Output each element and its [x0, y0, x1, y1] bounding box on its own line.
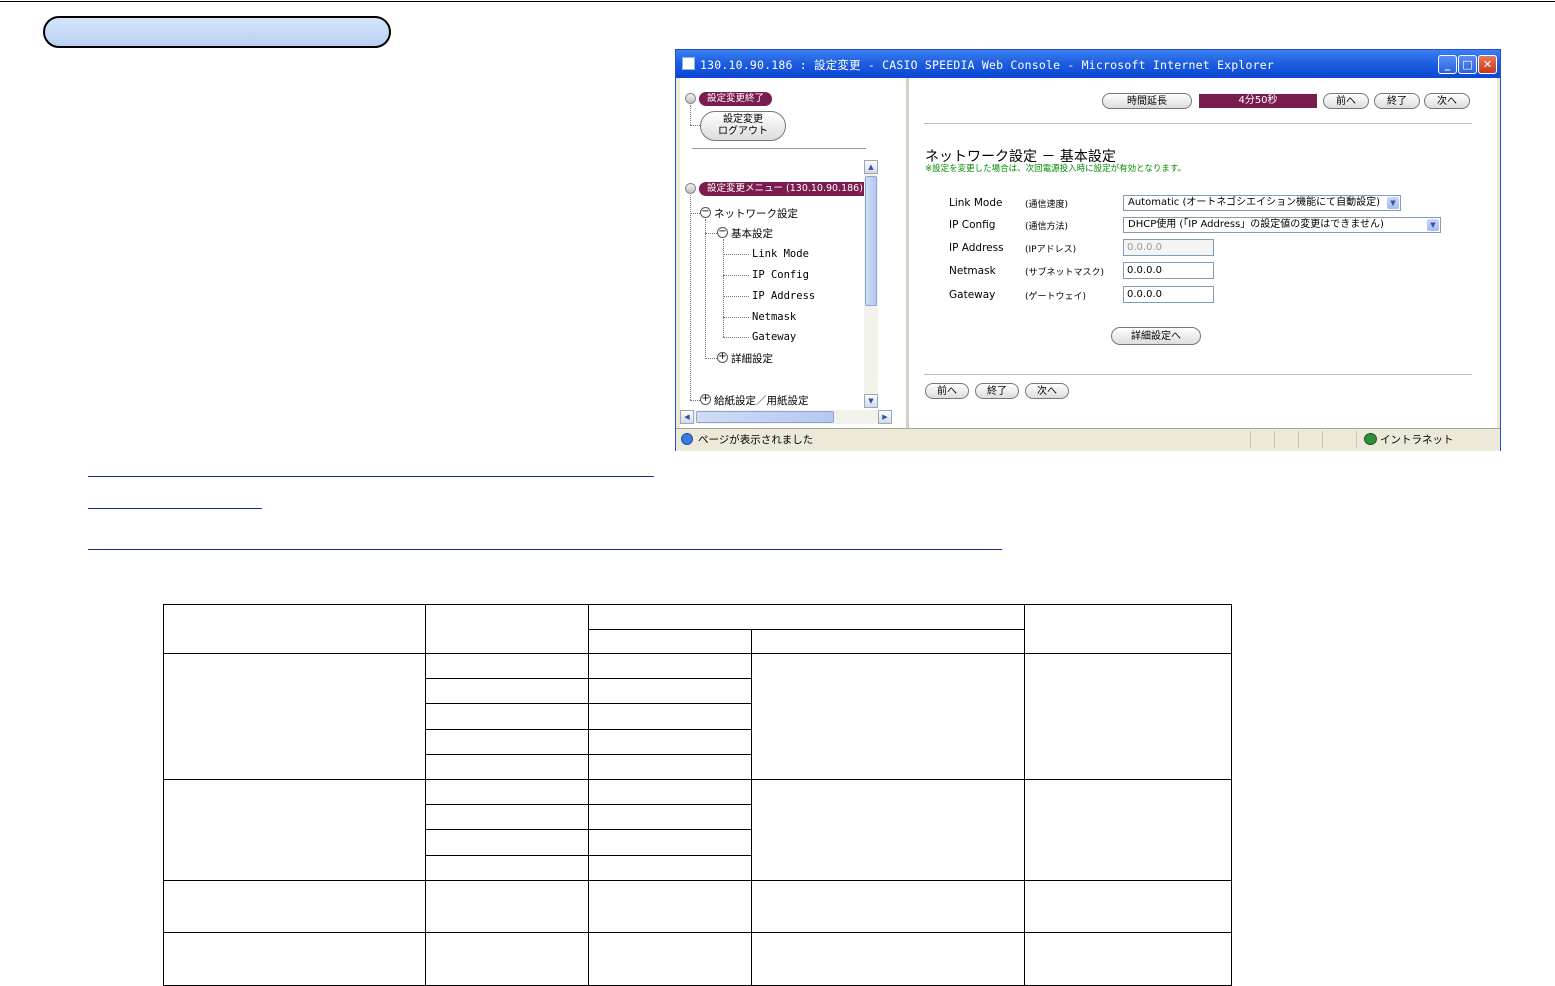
- basic-collapse-icon[interactable]: −: [717, 227, 728, 238]
- gateway-sublabel: (ゲートウェイ): [1025, 292, 1087, 302]
- paper-expand-icon[interactable]: +: [700, 394, 711, 405]
- detail-expand-icon[interactable]: +: [717, 352, 728, 363]
- gateway-input[interactable]: 0.0.0.0: [1123, 286, 1214, 303]
- extend-time-button[interactable]: 時間延長: [1102, 93, 1192, 109]
- end-settings-bullet-icon: [685, 93, 696, 104]
- scroll-down-icon[interactable]: ▼: [864, 394, 878, 408]
- settings-note: ※設定を変更した場合は、次回電源投入時に設定が有効となります。: [925, 164, 1187, 174]
- table-row-line: [425, 855, 752, 856]
- link-mode-sublabel: (通信速度): [1025, 200, 1069, 210]
- window-title: 130.10.90.186 : 設定変更 - CASIO SPEEDIA Web…: [700, 58, 1274, 72]
- ip-address-sublabel: (IPアドレス): [1025, 245, 1077, 255]
- tree-item-gateway[interactable]: Gateway: [752, 331, 796, 343]
- logout-button-line1: 設定変更: [723, 114, 763, 125]
- title-bar[interactable]: 130.10.90.186 : 設定変更 - CASIO SPEEDIA Web…: [676, 50, 1500, 78]
- bottom-separator: [924, 374, 1472, 375]
- underline-1: [88, 476, 654, 477]
- horizontal-scroll-thumb[interactable]: [696, 411, 834, 423]
- chevron-down-icon: ▼: [1387, 197, 1399, 209]
- link-mode-value: Automatic (オートネゴシエイション機能にて自動設定): [1128, 197, 1381, 208]
- table-col-line: [1024, 604, 1025, 985]
- end-button-bottom[interactable]: 終了: [975, 383, 1019, 399]
- section-title-pill: [43, 16, 391, 48]
- top-separator: [924, 123, 1472, 124]
- tree-item-ip-address[interactable]: IP Address: [752, 290, 815, 302]
- settings-table: [163, 604, 1232, 986]
- ip-config-label: IP Config: [949, 219, 996, 231]
- table-row-line: [425, 804, 752, 805]
- settings-menu-label: 設定変更メニュー (130.10.90.186): [699, 182, 871, 196]
- netmask-input[interactable]: 0.0.0.0: [1123, 262, 1214, 279]
- prev-button-bottom[interactable]: 前へ: [925, 383, 969, 399]
- maximize-button[interactable]: □: [1458, 55, 1477, 74]
- settings-content-pane: 時間延長 4分50秒 前へ 終了 次へ ネットワーク設定 － 基本設定 ※設定を…: [909, 78, 1497, 428]
- vertical-scroll-thumb[interactable]: [865, 176, 877, 306]
- left-vertical-scrollbar[interactable]: ▲ ▼: [864, 160, 878, 408]
- ip-config-select[interactable]: DHCP使用 (「IP Address」の設定値の変更はできません) ▼: [1123, 217, 1441, 233]
- ie-page-icon: [682, 57, 695, 70]
- top-rule: [0, 1, 1555, 2]
- menu-bullet-icon: [685, 183, 696, 194]
- table-row-line: [163, 779, 1231, 780]
- scroll-up-icon[interactable]: ▲: [864, 160, 878, 174]
- nav-separator: [692, 148, 866, 149]
- ie-window: 130.10.90.186 : 設定変更 - CASIO SPEEDIA Web…: [675, 49, 1501, 451]
- next-button-bottom[interactable]: 次へ: [1025, 383, 1069, 399]
- tree-basic-settings[interactable]: 基本設定: [731, 226, 773, 241]
- zone-text: イントラネット: [1380, 434, 1454, 446]
- table-row-line: [425, 829, 752, 830]
- table-col-line: [425, 604, 426, 985]
- netmask-sublabel: (サブネットマスク): [1025, 268, 1105, 278]
- status-bar: ページが表示されました イントラネット: [676, 428, 1500, 451]
- network-collapse-icon[interactable]: −: [700, 207, 711, 218]
- end-button-top[interactable]: 終了: [1374, 93, 1420, 109]
- tree-network-settings[interactable]: ネットワーク設定: [714, 206, 798, 221]
- session-timer: 4分50秒: [1199, 94, 1317, 108]
- ip-address-input[interactable]: 0.0.0.0: [1123, 239, 1214, 256]
- underline-2: [88, 508, 262, 509]
- ie-logo-icon: [681, 433, 693, 445]
- table-row-line: [163, 880, 1231, 881]
- gateway-label: Gateway: [949, 289, 996, 301]
- logout-button-line2: ログアウト: [718, 126, 768, 137]
- next-button-top[interactable]: 次へ: [1424, 93, 1470, 109]
- table-row-line: [425, 703, 752, 704]
- scroll-left-icon[interactable]: ◀: [680, 410, 694, 424]
- table-col-line: [588, 604, 589, 985]
- table-row-line: [163, 653, 1231, 654]
- detail-settings-button[interactable]: 詳細設定へ: [1111, 327, 1201, 345]
- tree-item-netmask[interactable]: Netmask: [752, 311, 796, 323]
- netmask-label: Netmask: [949, 265, 996, 277]
- ip-address-label: IP Address: [949, 242, 1004, 254]
- table-row-line: [425, 754, 752, 755]
- close-button[interactable]: ✕: [1478, 55, 1497, 74]
- chevron-down-icon: ▼: [1427, 219, 1439, 231]
- tree-paper-settings[interactable]: 給紙設定／用紙設定: [714, 393, 809, 408]
- logout-button[interactable]: 設定変更 ログアウト: [700, 111, 786, 141]
- table-row-line: [588, 629, 1025, 630]
- intranet-globe-icon: [1364, 433, 1377, 445]
- link-mode-select[interactable]: Automatic (オートネゴシエイション機能にて自動設定) ▼: [1123, 195, 1401, 211]
- ip-config-value: DHCP使用 (「IP Address」の設定値の変更はできません): [1128, 219, 1384, 230]
- table-row-line: [425, 729, 752, 730]
- link-mode-label: Link Mode: [949, 197, 1003, 209]
- ip-config-sublabel: (通信方法): [1025, 222, 1069, 232]
- status-text: ページが表示されました: [698, 434, 814, 446]
- minimize-button[interactable]: _: [1438, 55, 1457, 74]
- prev-button-top[interactable]: 前へ: [1323, 93, 1369, 109]
- table-row-line: [163, 932, 1231, 933]
- underline-3: [88, 549, 1002, 550]
- scroll-right-icon[interactable]: ▶: [878, 410, 892, 424]
- end-settings-label: 設定変更終了: [699, 92, 773, 106]
- left-horizontal-scrollbar[interactable]: ◀ ▶: [680, 410, 892, 424]
- tree-item-link-mode[interactable]: Link Mode: [752, 248, 809, 260]
- tree-detail-settings[interactable]: 詳細設定: [731, 351, 773, 366]
- table-row-line: [425, 678, 752, 679]
- tree-item-ip-config[interactable]: IP Config: [752, 269, 809, 281]
